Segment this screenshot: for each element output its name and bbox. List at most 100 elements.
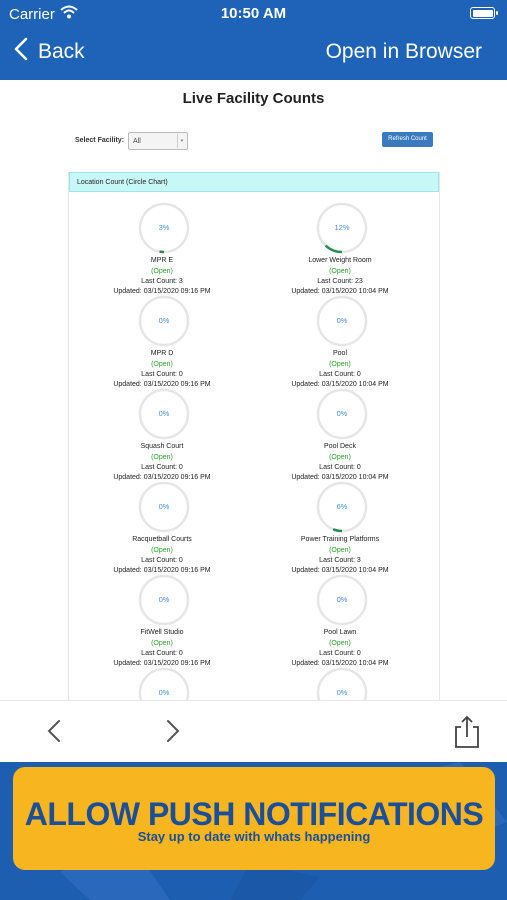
- battery-icon: [470, 7, 498, 19]
- chevron-down-icon: ▾: [177, 134, 186, 148]
- occupancy-percent: 0%: [336, 688, 348, 697]
- location-name: Pool: [332, 350, 347, 357]
- location-card: 0% Pool Deck (Open) Last Count: 0 Updated: 0…: [247, 388, 433, 481]
- updated-time: Updated: 03/15/2020 09:16 PM: [113, 660, 211, 667]
- facility-filter-row: Select Facility: All ▾ Refresh Count: [75, 132, 440, 152]
- location-name: Power Training Platforms: [300, 536, 380, 543]
- last-count: Last Count: 0: [141, 371, 183, 378]
- occupancy-percent: 0%: [158, 409, 170, 418]
- occupancy-ring: 0%: [316, 574, 368, 626]
- occupancy-percent: 6%: [336, 502, 348, 511]
- occupancy-ring: 0%: [138, 667, 190, 700]
- location-name: MPR E: [150, 257, 174, 264]
- location-card: 6% Power Training Platforms (Open) Last Cou…: [247, 481, 433, 574]
- location-status: (Open): [329, 547, 351, 554]
- location-status: (Open): [329, 268, 351, 275]
- occupancy-percent: 0%: [336, 316, 348, 325]
- location-card: 0%: [69, 667, 255, 700]
- location-status: (Open): [151, 361, 173, 368]
- clock: 10:50 AM: [220, 5, 287, 22]
- location-name: MPR D: [150, 350, 174, 357]
- location-card: 0%: [247, 667, 433, 700]
- push-promo-area: ALLOW PUSH NOTIFICATIONS Stay up to date…: [0, 762, 507, 900]
- facility-select[interactable]: All ▾: [128, 132, 188, 150]
- location-status: (Open): [151, 454, 173, 461]
- top-nav-bar: Carrier 10:50 AM Back Open in Browser: [0, 0, 507, 80]
- last-count: Last Count: 0: [141, 464, 183, 471]
- location-card: 12% Lower Weight Room (Open) Last Count: 23…: [247, 202, 433, 295]
- occupancy-percent: 12%: [334, 223, 350, 232]
- location-card: 0% Squash Court (Open) Last Count: 0 Updated…: [69, 388, 255, 481]
- updated-time: Updated: 03/15/2020 10:04 PM: [291, 660, 389, 667]
- location-status: (Open): [151, 268, 173, 275]
- occupancy-ring: 0%: [316, 388, 368, 440]
- occupancy-percent: 0%: [336, 595, 348, 604]
- toolbar-share-button[interactable]: [452, 715, 482, 748]
- location-name: Pool Lawn: [323, 629, 357, 636]
- web-content[interactable]: Live Facility Counts Select Facility: Al…: [0, 80, 507, 700]
- push-subtitle: Stay up to date with whats happening: [137, 829, 371, 844]
- location-name: Pool Deck: [324, 443, 356, 450]
- occupancy-percent: 0%: [158, 595, 170, 604]
- status-bar: Carrier 10:50 AM: [0, 0, 507, 28]
- location-status: (Open): [329, 640, 351, 647]
- updated-time: Updated: 03/15/2020 09:16 PM: [113, 288, 211, 295]
- occupancy-ring: 0%: [316, 295, 368, 347]
- select-facility-label: Select Facility:: [75, 137, 125, 144]
- location-count-panel: Location Count (Circle Chart) 3% MPR E (Op…: [68, 172, 440, 700]
- occupancy-ring: 3%: [138, 202, 190, 254]
- last-count: Last Count: 3: [319, 557, 361, 564]
- location-card: 0% Racquetball Courts (Open) Last Count: 0 U…: [69, 481, 255, 574]
- updated-time: Updated: 03/15/2020 10:04 PM: [291, 474, 389, 481]
- location-card: 0% FitWell Studio (Open) Last Count: 0 Updat…: [69, 574, 255, 667]
- location-status: (Open): [329, 454, 351, 461]
- toolbar-back-button[interactable]: [44, 715, 64, 747]
- occupancy-percent: 0%: [158, 688, 170, 697]
- occupancy-percent: 0%: [158, 316, 170, 325]
- last-count: Last Count: 3: [141, 278, 183, 285]
- location-name: Squash Court: [140, 443, 184, 450]
- last-count: Last Count: 0: [319, 650, 361, 657]
- location-name: FitWell Studio: [140, 629, 184, 636]
- last-count: Last Count: 0: [141, 557, 183, 564]
- occupancy-ring: 0%: [138, 481, 190, 533]
- location-card: 0% Pool (Open) Last Count: 0 Updated: 03/15/…: [247, 295, 433, 388]
- occupancy-percent: 3%: [158, 223, 170, 232]
- location-card: 0% MPR D (Open) Last Count: 0 Updated: 03/15…: [69, 295, 255, 388]
- location-card: 3% MPR E (Open) Last Count: 3 Updated: 03/15…: [69, 202, 255, 295]
- last-count: Last Count: 23: [317, 278, 363, 285]
- last-count: Last Count: 0: [141, 650, 183, 657]
- toolbar-forward-button[interactable]: [163, 715, 183, 747]
- updated-time: Updated: 03/15/2020 09:16 PM: [113, 381, 211, 388]
- location-status: (Open): [151, 640, 173, 647]
- location-status: (Open): [151, 547, 173, 554]
- last-count: Last Count: 0: [319, 464, 361, 471]
- share-icon: [452, 715, 482, 753]
- allow-push-notifications-button[interactable]: ALLOW PUSH NOTIFICATIONS Stay up to date…: [13, 767, 495, 870]
- occupancy-percent: 0%: [158, 502, 170, 511]
- occupancy-ring: 0%: [138, 574, 190, 626]
- page-title: Live Facility Counts: [182, 90, 325, 107]
- push-title: ALLOW PUSH NOTIFICATIONS: [24, 796, 484, 832]
- updated-time: Updated: 03/15/2020 10:04 PM: [291, 567, 389, 574]
- refresh-count-button[interactable]: Refresh Count: [382, 132, 433, 147]
- open-in-browser-button[interactable]: Open in Browser: [326, 40, 482, 64]
- chevron-left-icon: [44, 720, 64, 751]
- occupancy-ring: 0%: [138, 295, 190, 347]
- location-status: (Open): [329, 361, 351, 368]
- location-name: Racquetball Courts: [132, 536, 192, 543]
- back-button[interactable]: Back: [14, 37, 85, 67]
- last-count: Last Count: 0: [319, 371, 361, 378]
- updated-time: Updated: 03/15/2020 09:16 PM: [113, 474, 211, 481]
- back-label: Back: [38, 40, 85, 63]
- browser-toolbar: [0, 700, 507, 762]
- chevron-left-icon: [14, 37, 28, 67]
- updated-time: Updated: 03/15/2020 10:04 PM: [291, 381, 389, 388]
- occupancy-ring: 0%: [138, 388, 190, 440]
- facility-select-value: All: [133, 138, 141, 145]
- updated-time: Updated: 03/15/2020 10:04 PM: [291, 288, 389, 295]
- chevron-right-icon: [163, 720, 183, 751]
- occupancy-percent: 0%: [336, 409, 348, 418]
- location-name: Lower Weight Room: [308, 257, 372, 264]
- updated-time: Updated: 03/15/2020 09:16 PM: [113, 567, 211, 574]
